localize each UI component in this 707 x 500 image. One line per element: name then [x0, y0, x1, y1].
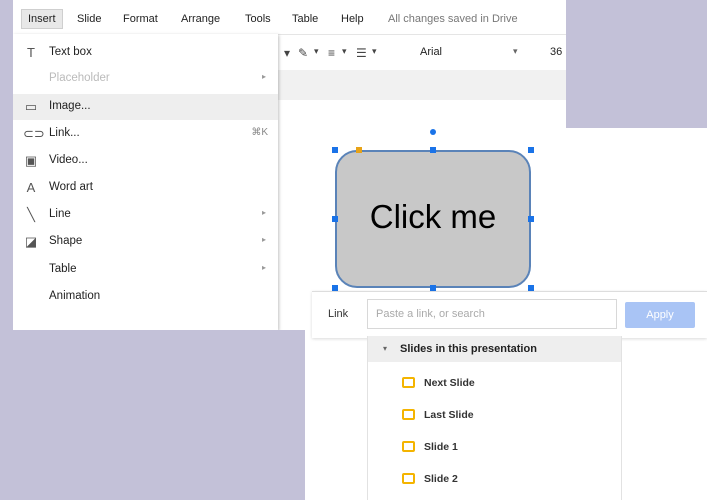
menu-item-label: Text box	[49, 46, 92, 58]
menu-help[interactable]: Help	[341, 13, 364, 25]
toolbar: ▾ ✎ ▾ ≡ ▾ ☰ ▾ Arial ▾ 36	[278, 36, 566, 71]
menu-item-label: Table	[49, 263, 77, 275]
menu-item-link[interactable]: ⊂⊃ Link... ⌘K	[13, 121, 278, 147]
submenu-arrow-icon: ▸	[261, 263, 266, 272]
menu-table[interactable]: Table	[292, 13, 318, 25]
section-title: Slides in this presentation	[400, 343, 537, 355]
word-art-icon: A	[26, 180, 36, 195]
submenu-arrow-icon: ▸	[261, 72, 266, 81]
editor-canvas-background	[278, 70, 566, 100]
image-icon: ▭	[24, 99, 38, 114]
font-select[interactable]: Arial	[420, 46, 442, 58]
chevron-down-icon[interactable]: ▾	[372, 46, 377, 57]
menu-item-placeholder: Placeholder ▸	[13, 66, 278, 92]
menu-item-label: Image...	[49, 100, 91, 112]
corner-radius-handle[interactable]	[356, 147, 362, 153]
resize-handle-top[interactable]	[430, 147, 436, 153]
menu-item-label: Animation	[49, 290, 101, 302]
menu-item-line[interactable]: ╲ Line ▸	[13, 202, 278, 228]
text-box-icon: T	[27, 45, 35, 60]
slide-option-label: Last Slide	[424, 409, 474, 421]
chevron-down-icon[interactable]: ▾	[314, 46, 319, 57]
submenu-arrow-icon: ▸	[261, 208, 266, 217]
resize-handle-top-left[interactable]	[332, 147, 338, 153]
insert-menu: T Text box Placeholder ▸ ▭ Image... ⊂⊃ L…	[13, 34, 278, 330]
chevron-down-icon[interactable]: ▾	[342, 46, 347, 57]
resize-handle-top-right[interactable]	[528, 147, 534, 153]
menu-item-word-art[interactable]: A Word art	[13, 175, 278, 201]
menu-item-label: Video...	[49, 154, 88, 166]
save-status: All changes saved in Drive	[388, 13, 518, 25]
menu-item-shape[interactable]: ◪ Shape ▸	[13, 229, 278, 255]
shortcut-label: ⌘K	[251, 127, 268, 138]
menu-item-label: Line	[49, 208, 71, 220]
shape-icon: ◪	[24, 234, 38, 249]
slide-option-last[interactable]: Last Slide	[368, 401, 621, 431]
font-size-input[interactable]: 36	[550, 46, 562, 58]
menu-bar: Insert Slide Format Arrange Tools Table …	[13, 6, 566, 35]
line-weight-icon[interactable]: ≡	[328, 46, 335, 60]
slide-icon	[402, 409, 415, 420]
slide-option-next[interactable]: Next Slide	[368, 369, 621, 399]
slide-icon	[402, 441, 415, 452]
link-search-input[interactable]	[367, 299, 617, 329]
slide-option-label: Slide 2	[424, 473, 458, 485]
slide-icon	[402, 473, 415, 484]
menu-item-animation[interactable]: Animation	[13, 284, 278, 310]
chevron-down-icon[interactable]: ▾	[513, 46, 518, 57]
menu-item-label: Word art	[49, 181, 93, 193]
slide-option-1[interactable]: Slide 1	[368, 433, 621, 463]
menu-tools[interactable]: Tools	[245, 13, 271, 25]
line-icon: ╲	[27, 207, 35, 222]
chevron-down-icon[interactable]: ▾	[284, 46, 290, 60]
chevron-down-icon: ▾	[383, 344, 388, 353]
menu-item-table[interactable]: Table ▸	[13, 257, 278, 283]
menu-item-label: Placeholder	[49, 72, 110, 84]
menu-item-label: Shape	[49, 235, 83, 247]
slide-option-label: Next Slide	[424, 377, 475, 389]
link-bar: Link Apply	[312, 291, 707, 338]
resize-handle-left[interactable]	[332, 216, 338, 222]
slides-section-header[interactable]: ▾ Slides in this presentation	[368, 336, 621, 362]
slide-option-label: Slide 1	[424, 441, 458, 453]
menu-item-image[interactable]: ▭ Image...	[13, 94, 278, 120]
video-icon: ▣	[24, 153, 38, 168]
line-dash-icon[interactable]: ☰	[356, 46, 367, 60]
menu-insert[interactable]: Insert	[21, 9, 63, 29]
menu-arrange[interactable]: Arrange	[181, 13, 220, 25]
resize-handle-right[interactable]	[528, 216, 534, 222]
link-label: Link	[328, 308, 349, 320]
rotate-handle[interactable]	[430, 129, 436, 135]
apply-button[interactable]: Apply	[625, 302, 695, 328]
slides-dropdown: ▾ Slides in this presentation Next Slide…	[367, 336, 622, 500]
menu-slide[interactable]: Slide	[77, 13, 101, 25]
slide-icon	[402, 377, 415, 388]
menu-item-video[interactable]: ▣ Video...	[13, 148, 278, 174]
shape-text[interactable]: Click me	[335, 198, 531, 236]
submenu-arrow-icon: ▸	[261, 235, 266, 244]
menu-item-text-box[interactable]: T Text box	[13, 40, 278, 66]
slide-option-2[interactable]: Slide 2	[368, 465, 621, 495]
menu-format[interactable]: Format	[123, 13, 158, 25]
link-icon: ⊂⊃	[23, 126, 45, 141]
pen-color-icon[interactable]: ✎	[298, 46, 308, 60]
menu-item-label: Link...	[49, 127, 80, 139]
